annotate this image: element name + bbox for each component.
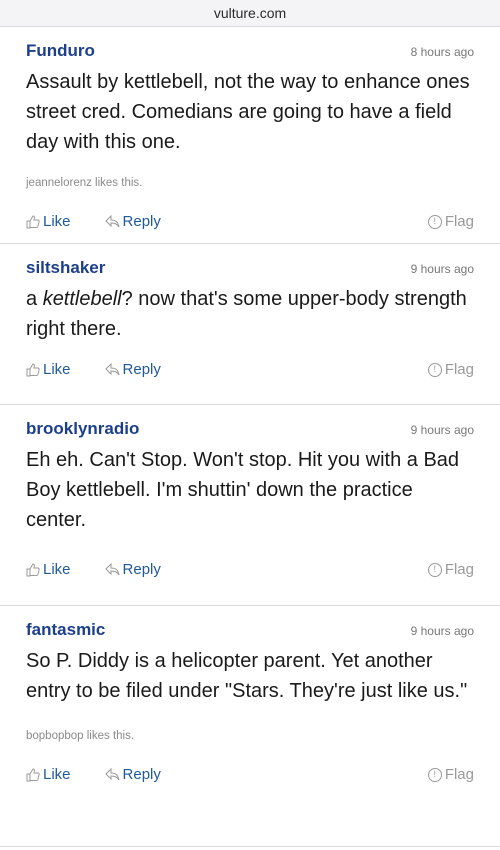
reply-label: Reply: [122, 561, 161, 578]
comment-text-emphasis: kettlebell: [42, 288, 122, 310]
flag-button[interactable]: ! Flag: [427, 361, 474, 378]
likes-text: jeannelorenz likes this.: [26, 177, 143, 189]
likes-text: bopbopbop likes this.: [26, 730, 135, 742]
reply-label: Reply: [122, 213, 161, 230]
thumbs-up-icon: [26, 362, 40, 376]
comment-author[interactable]: Funduro: [26, 41, 95, 61]
flag-label: Flag: [444, 561, 474, 578]
browser-address-bar[interactable]: vulture.com: [0, 0, 500, 27]
comment-author[interactable]: brooklynradio: [26, 419, 139, 439]
comment: brooklynradio 9 hours ago Eh eh. Can't S…: [0, 405, 500, 606]
flag-button[interactable]: ! Flag: [427, 213, 474, 230]
comment-timestamp: 9 hours ago: [410, 624, 474, 638]
comment-author[interactable]: siltshaker: [26, 258, 105, 278]
comment: siltshaker 9 hours ago a kettlebell? now…: [0, 244, 500, 405]
reply-button[interactable]: Reply: [104, 561, 161, 578]
exclamation-circle-icon: !: [427, 214, 442, 229]
comment-actions: Like Reply ! Flag: [26, 213, 474, 230]
exclamation-circle-icon: !: [427, 362, 442, 377]
flag-label: Flag: [444, 361, 474, 378]
comment-text: Assault by kettlebell, not the way to en…: [26, 71, 470, 153]
like-label: Like: [43, 361, 71, 378]
reply-label: Reply: [122, 361, 161, 378]
comment-timestamp: 9 hours ago: [410, 423, 474, 437]
comment-author[interactable]: fantasmic: [26, 620, 105, 640]
like-label: Like: [43, 766, 71, 783]
comment: fantasmic 9 hours ago So P. Diddy is a h…: [0, 606, 500, 847]
comment-actions: Like Reply ! Flag: [26, 766, 474, 783]
flag-button[interactable]: ! Flag: [427, 766, 474, 783]
reply-arrow-icon: [104, 215, 120, 228]
like-label: Like: [43, 561, 71, 578]
reply-arrow-icon: [104, 768, 120, 781]
comment-text: Eh eh. Can't Stop. Won't stop. Hit you w…: [26, 449, 460, 531]
comment-timestamp: 8 hours ago: [410, 45, 474, 59]
like-label: Like: [43, 213, 71, 230]
like-button[interactable]: Like: [26, 766, 71, 783]
thumbs-up-icon: [26, 562, 40, 576]
reply-button[interactable]: Reply: [104, 213, 161, 230]
flag-label: Flag: [444, 213, 474, 230]
comment-actions: Like Reply ! Flag: [26, 361, 474, 378]
flag-label: Flag: [444, 766, 474, 783]
reply-button[interactable]: Reply: [104, 361, 161, 378]
flag-button[interactable]: ! Flag: [427, 561, 474, 578]
reply-button[interactable]: Reply: [104, 766, 161, 783]
reply-label: Reply: [122, 766, 161, 783]
thumbs-up-icon: [26, 214, 40, 228]
thumbs-up-icon: [26, 767, 40, 781]
like-button[interactable]: Like: [26, 361, 71, 378]
like-button[interactable]: Like: [26, 213, 71, 230]
comment-actions: Like Reply ! Flag: [26, 561, 474, 578]
comment-text: So P. Diddy is a helicopter parent. Yet …: [26, 650, 468, 702]
comment-text-part: a: [26, 288, 43, 310]
like-button[interactable]: Like: [26, 561, 71, 578]
reply-arrow-icon: [104, 563, 120, 576]
comment: Funduro 8 hours ago Assault by kettlebel…: [0, 27, 500, 244]
url-text: vulture.com: [213, 5, 287, 21]
exclamation-circle-icon: !: [427, 767, 442, 782]
reply-arrow-icon: [104, 363, 120, 376]
comment-timestamp: 9 hours ago: [410, 262, 474, 276]
comment-text: a kettlebell? now that's some upper-body…: [26, 284, 474, 344]
exclamation-circle-icon: !: [427, 562, 442, 577]
